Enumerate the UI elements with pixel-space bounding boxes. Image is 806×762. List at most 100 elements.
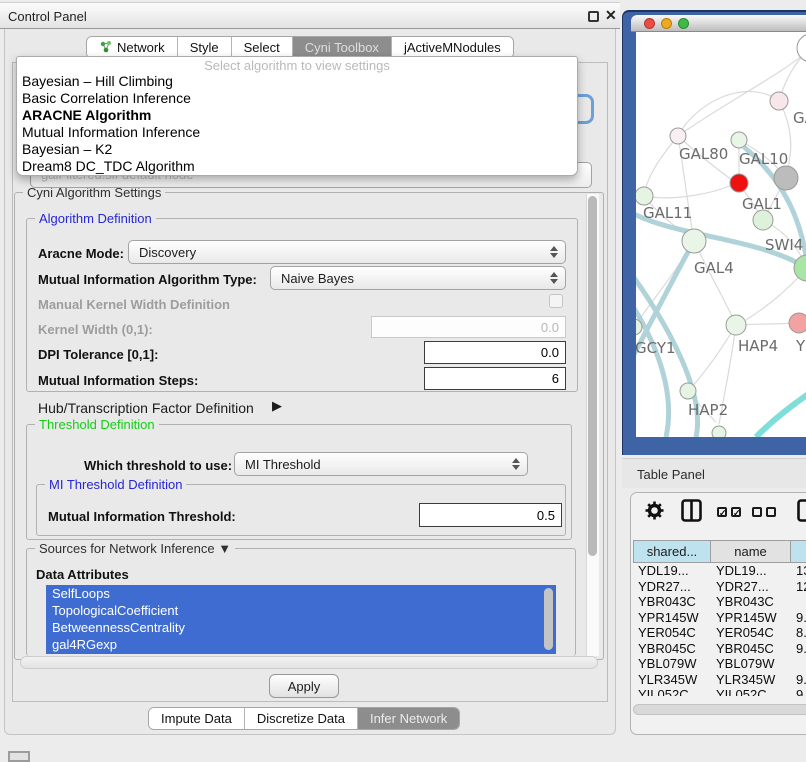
node-label: GAL <box>793 109 806 127</box>
table-body: YDL19...YDL19...13 YDR27...YDR27...12 YB… <box>633 563 806 696</box>
tab-infer-network[interactable]: Infer Network <box>358 708 459 729</box>
tab-style[interactable]: Style <box>178 37 232 58</box>
new-table-icon[interactable] <box>797 499 806 527</box>
unchecked-columns-icon[interactable] <box>752 507 776 517</box>
checked-columns-icon[interactable]: ✓✓ <box>717 507 741 517</box>
table-horizontal-scrollbar[interactable] <box>633 704 806 715</box>
attribute-item-selected[interactable]: BetweennessCentrality <box>46 619 556 636</box>
close-traffic-light[interactable] <box>644 18 655 29</box>
node-label: GCY1 <box>636 339 676 357</box>
aracne-mode-combobox[interactable]: Discovery <box>128 240 566 264</box>
algorithm-option[interactable]: Mutual Information Inference <box>17 124 577 141</box>
attribute-item-selected[interactable]: SelfLoops <box>46 585 556 602</box>
network-edges-highlighted <box>636 147 806 437</box>
algorithm-option-selected[interactable]: ARACNE Algorithm <box>17 107 577 124</box>
column-header-partial[interactable] <box>791 540 806 563</box>
algorithm-placeholder: Select algorithm to view settings <box>17 57 577 73</box>
network-node-gal80[interactable] <box>670 128 686 144</box>
control-panel-titlebar: Control Panel ✕ <box>0 2 620 29</box>
tab-cyni-toolbox[interactable]: Cyni Toolbox <box>293 37 392 58</box>
network-icon <box>99 40 112 56</box>
mi-algorithm-type-combobox[interactable]: Naive Bayes <box>270 266 566 290</box>
close-icon[interactable]: ✕ <box>605 7 617 24</box>
kernel-width-field[interactable] <box>371 316 566 338</box>
algorithm-option[interactable]: Bayesian – Hill Climbing <box>17 73 577 90</box>
collapse-down-icon[interactable]: ▼ <box>218 541 231 556</box>
settings-scrollbar-thumb[interactable] <box>588 196 597 556</box>
table-row[interactable]: YPR145WYPR145W9. <box>633 610 806 626</box>
network-node-swi4[interactable] <box>794 255 806 281</box>
tab-jactivemnodules[interactable]: jActiveMNodules <box>392 37 513 58</box>
kernel-width-label: Kernel Width (0,1): <box>38 322 153 337</box>
network-node-y[interactable] <box>789 313 806 333</box>
gear-icon[interactable] <box>645 501 664 525</box>
network-node-gal4[interactable] <box>682 229 706 253</box>
network-node-hap4[interactable] <box>726 315 746 335</box>
node-label: GAL10 <box>739 150 788 168</box>
network-node-gal10[interactable] <box>731 132 747 148</box>
table-row[interactable]: YIL052CYIL052C9 <box>633 687 806 696</box>
algorithm-option[interactable]: Basic Correlation Inference <box>17 90 577 107</box>
manual-kernel-width-checkbox[interactable] <box>549 294 563 308</box>
minimized-panel-icon[interactable] <box>8 751 30 762</box>
apply-button[interactable]: Apply <box>269 674 339 698</box>
network-node[interactable] <box>753 210 773 230</box>
table-row[interactable]: YBR043CYBR043C <box>633 594 806 610</box>
tab-label: Network <box>117 40 165 55</box>
table-header-row: shared... name <box>633 540 806 563</box>
minimize-traffic-light[interactable] <box>661 18 672 29</box>
attribute-item-selected[interactable]: gal4RGexp <box>46 636 556 653</box>
network-node-gal11[interactable] <box>636 187 653 205</box>
group-title: Threshold Definition <box>35 417 159 432</box>
tab-network[interactable]: Network <box>87 37 178 58</box>
network-window-titlebar[interactable] <box>631 15 806 32</box>
network-node[interactable] <box>797 34 806 62</box>
algorithm-option[interactable]: Bayesian – K2 <box>17 141 577 158</box>
tab-discretize-data[interactable]: Discretize Data <box>245 708 358 729</box>
tab-impute-data[interactable]: Impute Data <box>149 708 245 729</box>
network-node-gal[interactable] <box>770 92 788 110</box>
table-row[interactable]: YBL079WYBL079W <box>633 656 806 672</box>
hub-definition-label: Hub/Transcription Factor Definition <box>38 400 254 416</box>
which-threshold-label: Which threshold to use: <box>84 458 232 473</box>
float-panel-icon[interactable] <box>588 11 599 22</box>
stepper-arrows-icon <box>512 458 520 470</box>
which-threshold-combobox[interactable]: MI Threshold <box>234 452 528 476</box>
network-node-gal1[interactable] <box>730 174 748 192</box>
mi-threshold-field[interactable] <box>419 503 562 527</box>
table-panel-titlebar: Table Panel <box>622 458 806 488</box>
network-node-hap2[interactable] <box>680 383 696 399</box>
network-node[interactable] <box>774 166 798 190</box>
split-columns-icon[interactable] <box>681 499 703 527</box>
bottom-tabbar: Impute Data Discretize Data Infer Networ… <box>148 707 460 730</box>
node-label: GAL4 <box>694 259 734 277</box>
algorithm-dropdown-popup: Select algorithm to view settings Bayesi… <box>16 56 578 176</box>
table-row[interactable]: YER054CYER054C8. <box>633 625 806 641</box>
node-label: HAP4 <box>738 337 778 355</box>
attributes-scrollbar-thumb[interactable] <box>544 588 553 650</box>
network-edge-cyan <box>756 390 806 437</box>
zoom-traffic-light[interactable] <box>678 18 689 29</box>
expand-right-icon[interactable]: ▶ <box>272 398 282 414</box>
algorithm-option[interactable]: Dream8 DC_TDC Algorithm <box>17 158 577 175</box>
column-header-shared-name[interactable]: shared... <box>633 540 711 563</box>
network-node[interactable] <box>712 426 726 437</box>
manual-kernel-width-label: Manual Kernel Width Definition <box>38 297 230 312</box>
group-title: MI Threshold Definition <box>45 477 186 492</box>
column-header-name[interactable]: name <box>711 540 791 563</box>
node-label: GAL80 <box>679 145 728 163</box>
attribute-item-selected[interactable]: TopologicalCoefficient <box>46 602 556 619</box>
network-canvas[interactable]: GAL GAL80 GAL10 GAL1 GAL11 SWI4 GAL4 GCY… <box>636 32 806 437</box>
mi-steps-field[interactable] <box>424 367 566 390</box>
table-row[interactable]: YDR27...YDR27...12 <box>633 579 806 595</box>
group-title: Sources for Network Inference ▼ <box>35 541 235 556</box>
table-row[interactable]: YBR045CYBR045C9. <box>633 641 806 657</box>
dpi-tolerance-field[interactable] <box>424 341 566 364</box>
tab-select[interactable]: Select <box>232 37 293 58</box>
settings-horizontal-scrollbar[interactable] <box>20 656 598 669</box>
control-panel-title: Control Panel <box>8 9 87 24</box>
table-row[interactable]: YDL19...YDL19...13 <box>633 563 806 579</box>
node-label: SWI4 <box>765 236 803 254</box>
table-row[interactable]: YLR345WYLR345W9. <box>633 672 806 688</box>
stepper-arrows-icon <box>550 246 558 258</box>
